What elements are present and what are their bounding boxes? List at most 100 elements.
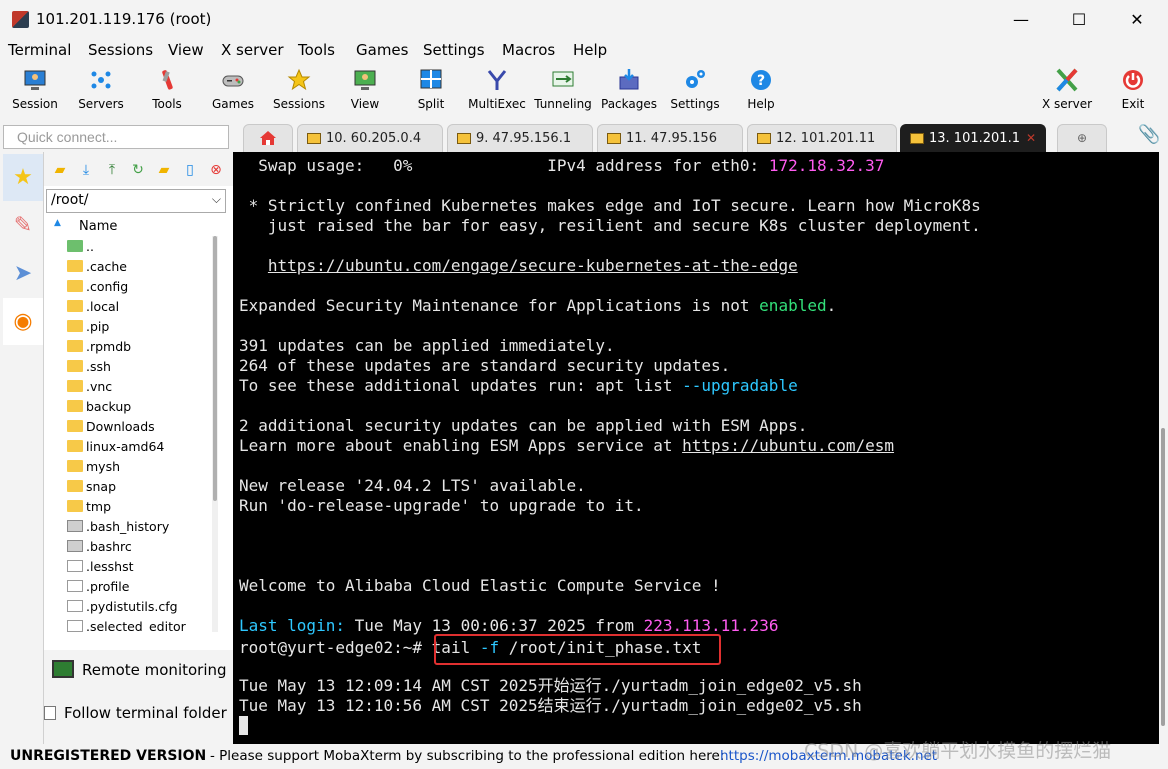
follow-terminal-folder-label: Follow terminal folder bbox=[64, 704, 227, 722]
folder-icon bbox=[67, 380, 83, 392]
file-list-item[interactable]: mysh bbox=[67, 459, 120, 479]
servers-button[interactable]: Servers bbox=[68, 66, 134, 118]
file-list-item[interactable]: linux-amd64 bbox=[67, 439, 164, 459]
sort-up-icon: ▲ bbox=[54, 218, 61, 228]
file-list-item[interactable]: .rpmdb bbox=[67, 339, 131, 359]
window-title: 101.201.119.176 (root) bbox=[36, 10, 212, 28]
exit-label: Exit bbox=[1121, 97, 1145, 111]
refresh-icon[interactable]: ↻ bbox=[130, 162, 146, 178]
session-button[interactable]: Session bbox=[2, 66, 68, 118]
scrollbar-thumb[interactable] bbox=[213, 236, 217, 501]
menu-tools[interactable]: Tools bbox=[298, 41, 335, 59]
file-list-header[interactable]: ▲ Name bbox=[44, 216, 216, 236]
file-list-scrollbar[interactable] bbox=[212, 236, 218, 632]
microk8s-link[interactable]: https://ubuntu.com/engage/secure-kuberne… bbox=[268, 256, 798, 275]
file-list-item[interactable]: Downloads bbox=[67, 419, 155, 439]
new-file-icon[interactable]: ▯ bbox=[182, 162, 198, 178]
packages-button[interactable]: Packages bbox=[596, 66, 662, 118]
download-icon[interactable]: ⤓ bbox=[78, 162, 94, 178]
x-server-button[interactable]: X server bbox=[1034, 66, 1100, 118]
tools-side-button[interactable]: ✎ bbox=[3, 202, 43, 249]
file-list-item[interactable]: .pip bbox=[67, 319, 109, 339]
title-bar: 101.201.119.176 (root) — ☐ ✕ bbox=[0, 0, 1168, 38]
tab-label: 11. 47.95.156 bbox=[626, 131, 717, 146]
menu-games[interactable]: Games bbox=[356, 41, 408, 59]
file-list-item[interactable]: .. bbox=[67, 239, 94, 259]
minimize-button[interactable]: — bbox=[992, 0, 1050, 38]
terminal-view[interactable]: Swap usage: 0% IPv4 address for eth0: 17… bbox=[233, 152, 1159, 744]
macros-side-button[interactable]: ➤ bbox=[3, 250, 43, 297]
file-list-item[interactable]: snap bbox=[67, 479, 116, 499]
exit-button[interactable]: Exit bbox=[1100, 66, 1166, 118]
remote-monitoring-button[interactable]: Remote monitoring bbox=[52, 660, 227, 679]
tunneling-button[interactable]: Tunneling bbox=[530, 66, 596, 118]
menu-sessions[interactable]: Sessions bbox=[88, 41, 153, 59]
terminal-line: 264 of these updates are standard securi… bbox=[239, 356, 731, 375]
file-name: .profile bbox=[86, 579, 130, 594]
menu-view[interactable]: View bbox=[168, 41, 204, 59]
attach-icon[interactable]: 📎 bbox=[1138, 124, 1160, 145]
key-icon bbox=[607, 133, 621, 144]
tab-session-10[interactable]: 10. 60.205.0.4 bbox=[297, 124, 443, 152]
upload-icon[interactable]: ⤒ bbox=[104, 162, 120, 178]
menu-settings[interactable]: Settings bbox=[423, 41, 485, 59]
new-folder-icon[interactable]: ▰ bbox=[156, 162, 172, 178]
shell-prompt: root@yurt-edge02:~# bbox=[239, 638, 423, 657]
new-tab-button[interactable]: ⊕ bbox=[1057, 124, 1107, 152]
maximize-button[interactable]: ☐ bbox=[1050, 0, 1108, 38]
file-list-item[interactable]: .pydistutils.cfg bbox=[67, 599, 178, 619]
games-button[interactable]: Games bbox=[200, 66, 266, 118]
sftp-side-button[interactable]: ◉ bbox=[3, 298, 43, 345]
menu-macros[interactable]: Macros bbox=[502, 41, 555, 59]
quick-connect-input[interactable] bbox=[3, 125, 229, 149]
split-button[interactable]: Split bbox=[398, 66, 464, 118]
tab-home[interactable] bbox=[243, 124, 293, 152]
file-name: .selected_editor bbox=[86, 619, 186, 632]
path-select[interactable]: /root/ ⌵ bbox=[46, 189, 226, 213]
upload-folder-icon[interactable]: ▰ bbox=[52, 162, 68, 178]
multiexec-button[interactable]: MultiExec bbox=[464, 66, 530, 118]
help-button[interactable]: ? Help bbox=[728, 66, 794, 118]
help-label: Help bbox=[747, 97, 775, 111]
sessions-button[interactable]: Sessions bbox=[266, 66, 332, 118]
view-button[interactable]: View bbox=[332, 66, 398, 118]
terminal-scrollbar[interactable] bbox=[1159, 152, 1168, 744]
terminal-line: 2 additional security updates can be app… bbox=[239, 416, 808, 435]
settings-button[interactable]: Settings bbox=[662, 66, 728, 118]
file-name: linux-amd64 bbox=[86, 439, 165, 454]
file-list-item[interactable]: .ssh bbox=[67, 359, 111, 379]
file-list-item[interactable]: .cache bbox=[67, 259, 127, 279]
toolbar: Session Servers Tools Games Sessions Vie… bbox=[0, 62, 1168, 120]
file-list-item[interactable]: .bash_history bbox=[67, 519, 169, 539]
file-list-item[interactable]: .bashrc bbox=[67, 539, 132, 559]
file-list-item[interactable]: .profile bbox=[67, 579, 129, 599]
menu-help[interactable]: Help bbox=[573, 41, 607, 59]
close-button[interactable]: ✕ bbox=[1108, 0, 1166, 38]
file-list-item[interactable]: .lesshst bbox=[67, 559, 134, 579]
file-list-item[interactable]: tmp bbox=[67, 499, 111, 519]
follow-terminal-folder-checkbox[interactable]: Follow terminal folder bbox=[44, 704, 227, 722]
settings-label: Settings bbox=[670, 97, 720, 111]
tab-close-icon[interactable]: ✕ bbox=[1026, 131, 1036, 145]
tab-session-9[interactable]: 9. 47.95.156.1 bbox=[447, 124, 593, 152]
tab-session-11[interactable]: 11. 47.95.156 bbox=[597, 124, 743, 152]
menu-bar: Terminal Sessions View X server Tools Ga… bbox=[0, 38, 1168, 62]
tab-session-12[interactable]: 12. 101.201.11 bbox=[747, 124, 897, 152]
menu-terminal[interactable]: Terminal bbox=[8, 41, 71, 59]
terminal-line: New release '24.04.2 LTS' available. bbox=[239, 476, 586, 495]
file-list-item[interactable]: backup bbox=[67, 399, 131, 419]
folder-icon bbox=[67, 460, 83, 472]
tools-button[interactable]: Tools bbox=[134, 66, 200, 118]
esm-link[interactable]: https://ubuntu.com/esm bbox=[682, 436, 894, 455]
tab-session-13[interactable]: 13. 101.201.1 ✕ bbox=[900, 124, 1046, 152]
scrollbar-thumb[interactable] bbox=[1161, 428, 1165, 726]
file-list-item[interactable]: .local bbox=[67, 299, 119, 319]
packages-label: Packages bbox=[601, 97, 657, 111]
file-list-item[interactable]: .config bbox=[67, 279, 128, 299]
menu-x-server[interactable]: X server bbox=[221, 41, 284, 59]
sessions-side-button[interactable]: ★ bbox=[3, 154, 43, 201]
key-icon bbox=[757, 133, 771, 144]
file-list-item[interactable]: .vnc bbox=[67, 379, 112, 399]
delete-icon[interactable]: ⊗ bbox=[208, 162, 224, 178]
file-list-item[interactable]: .selected_editor bbox=[67, 619, 186, 632]
